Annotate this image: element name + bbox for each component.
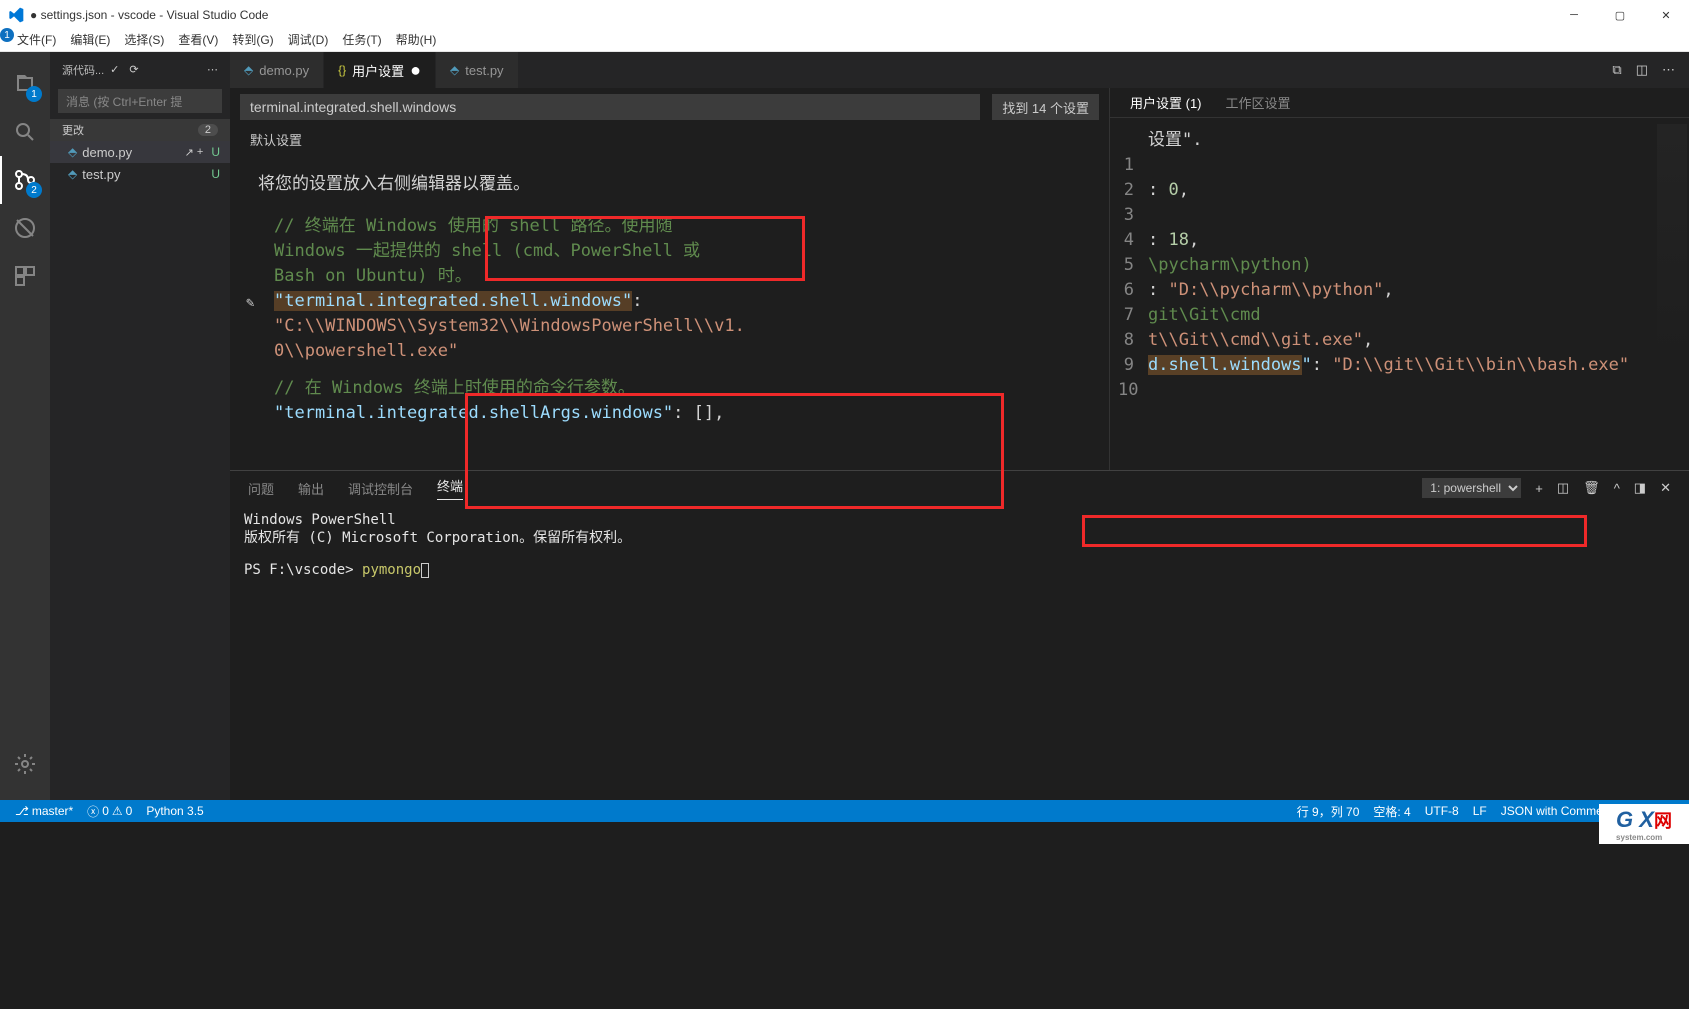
tab-settings[interactable]: {} 用户设置 ● [324, 52, 436, 88]
menu-file[interactable]: 文件(F) [10, 30, 63, 51]
menu-select[interactable]: 选择(S) [117, 30, 171, 51]
tab-label: test.py [465, 63, 503, 78]
panel-tab-problems[interactable]: 问题 [248, 479, 274, 498]
git-branch[interactable]: ⎇ master* [8, 804, 80, 818]
menu-goto[interactable]: 转到(G) [225, 30, 280, 51]
check-icon[interactable]: ✓ [110, 63, 119, 76]
more-actions-icon[interactable]: ⋯ [1662, 62, 1675, 78]
terminal-cursor [421, 563, 429, 578]
changes-section[interactable]: 更改 2 [50, 119, 230, 141]
git-status: U [211, 145, 220, 159]
activity-explorer[interactable]: 1 [0, 60, 50, 108]
line-numbers: 12345678910 [1118, 128, 1148, 403]
menubar: 文件(F) 编辑(E) 选择(S) 查看(V) 转到(G) 调试(D) 任务(T… [0, 30, 1689, 52]
editor-tabs: ⬘ demo.py {} 用户设置 ● ⬘ test.py ⧉ ◫ ⋯ [230, 52, 1689, 88]
indentation[interactable]: 空格: 4 [1366, 803, 1417, 820]
minimize-button[interactable]: ─ [1551, 0, 1597, 30]
cursor-position[interactable]: 行 9，列 70 [1290, 803, 1367, 820]
warning-icon: ⚠ [112, 804, 123, 818]
close-button[interactable]: ✕ [1643, 0, 1689, 30]
panel-tab-output[interactable]: 输出 [298, 479, 324, 498]
user-settings-code[interactable]: 12345678910 设置". : 0, : 18, \pycharm\pyt… [1110, 118, 1689, 413]
scm-message-input[interactable]: 消息 (按 Ctrl+Enter 提 [58, 89, 222, 113]
changes-count: 2 [198, 124, 218, 136]
add-icon[interactable]: + [197, 146, 203, 159]
activity-scm[interactable]: 2 [0, 156, 50, 204]
search-result-count: 找到 14 个设置 [992, 94, 1099, 120]
more-icon[interactable]: ⋯ [207, 63, 218, 76]
activity-search[interactable] [0, 108, 50, 156]
menu-view[interactable]: 查看(V) [171, 30, 225, 51]
activity-extensions[interactable] [0, 252, 50, 300]
user-settings-tab[interactable]: 用户设置 (1) [1130, 93, 1202, 112]
window-title: ● settings.json - vscode - Visual Studio… [30, 8, 268, 22]
python-file-icon: ⬘ [68, 145, 77, 159]
settings-hint: 将您的设置放入右侧编辑器以覆盖。 [230, 153, 1109, 204]
panel-tab-terminal[interactable]: 终端 [437, 476, 463, 500]
tab-label: 用户设置 [352, 61, 404, 80]
compare-icon[interactable]: ⧉ [1612, 62, 1621, 78]
explorer-badge: 1 [26, 86, 42, 102]
eol[interactable]: LF [1466, 803, 1494, 820]
titlebar: ● settings.json - vscode - Visual Studio… [0, 0, 1689, 30]
changes-label: 更改 [62, 122, 84, 138]
python-icon: ⬘ [244, 63, 253, 77]
activity-debug[interactable] [0, 204, 50, 252]
json-icon: {} [338, 63, 346, 77]
file-item-test[interactable]: ⬘ test.py U [50, 163, 230, 185]
panel-layout-icon[interactable]: ◨ [1634, 480, 1646, 496]
edit-pencil-icon[interactable]: ✎ [246, 291, 254, 316]
file-name: demo.py [82, 145, 132, 160]
branch-on: ⎇ [15, 804, 29, 818]
menu-edit[interactable]: 编辑(E) [63, 30, 117, 51]
kill-terminal-icon[interactable]: 🗑 [1583, 480, 1600, 496]
refresh-icon[interactable]: ⟳ [129, 63, 138, 76]
split-editor-icon[interactable]: ◫ [1636, 62, 1648, 78]
maximize-panel-icon[interactable]: ^ [1614, 481, 1620, 496]
workspace-settings-tab[interactable]: 工作区设置 [1226, 93, 1291, 112]
default-settings-code[interactable]: // 终端在 Windows 使用的 shell 路径。使用随 Windows … [230, 204, 1109, 436]
terminal-line: Windows PowerShell [244, 511, 1675, 529]
default-settings-label: 默认设置 [230, 126, 1109, 153]
bottom-panel: 问题 输出 调试控制台 终端 1: powershell + ◫ 🗑 ^ ◨ ✕ [230, 470, 1689, 800]
window-controls: ─ ▢ ✕ [1551, 0, 1689, 30]
menu-debug[interactable]: 调试(D) [281, 30, 336, 51]
terminal[interactable]: Windows PowerShell 版权所有 (C) Microsoft Co… [230, 505, 1689, 800]
setting-key: "terminal.integrated.shell.windows" [274, 291, 632, 311]
menu-tasks[interactable]: 任务(T) [335, 30, 388, 51]
settings-search-input[interactable]: terminal.integrated.shell.windows [240, 94, 980, 120]
notification-badge[interactable]: 1 [0, 28, 14, 42]
close-panel-icon[interactable]: ✕ [1660, 480, 1671, 496]
python-icon: ⬘ [450, 63, 459, 77]
file-item-demo[interactable]: ⬘ demo.py ↗ + U [50, 141, 230, 163]
scm-badge: 2 [26, 182, 42, 198]
scm-sidebar: 源代码... ✓ ⟳ ⋯ 消息 (按 Ctrl+Enter 提 更改 2 ⬘ d… [50, 52, 230, 800]
problems-status[interactable]: ⓧ0 ⚠0 [80, 803, 139, 820]
activity-bar: 1 2 [0, 52, 50, 800]
terminal-selector[interactable]: 1: powershell [1422, 478, 1521, 498]
panel-tab-debug-console[interactable]: 调试控制台 [348, 479, 413, 498]
menu-help[interactable]: 帮助(H) [389, 30, 444, 51]
encoding[interactable]: UTF-8 [1418, 803, 1466, 820]
split-terminal-icon[interactable]: ◫ [1557, 480, 1569, 496]
dirty-indicator-icon: ● [410, 60, 421, 81]
minimap[interactable] [1657, 124, 1687, 364]
git-status: U [211, 167, 220, 181]
activity-settings-gear[interactable] [0, 740, 50, 788]
sidebar-title: 源代码... [62, 62, 104, 78]
python-interpreter[interactable]: Python 3.5 [139, 804, 210, 818]
tab-test[interactable]: ⬘ test.py [436, 52, 519, 88]
open-file-icon[interactable]: ↗ [185, 146, 194, 159]
error-icon: ⓧ [87, 803, 99, 820]
vscode-icon [8, 7, 24, 23]
file-name: test.py [82, 167, 120, 182]
statusbar: ⎇ master* ⓧ0 ⚠0 Python 3.5 行 9，列 70 空格: … [0, 800, 1689, 822]
python-file-icon: ⬘ [68, 167, 77, 181]
tab-label: demo.py [259, 63, 309, 78]
maximize-button[interactable]: ▢ [1597, 0, 1643, 30]
watermark-logo: G X网 system.com [1599, 804, 1689, 844]
terminal-line: 版权所有 (C) Microsoft Corporation。保留所有权利。 [244, 529, 1675, 547]
tab-demo[interactable]: ⬘ demo.py [230, 52, 324, 88]
new-terminal-icon[interactable]: + [1535, 481, 1543, 496]
